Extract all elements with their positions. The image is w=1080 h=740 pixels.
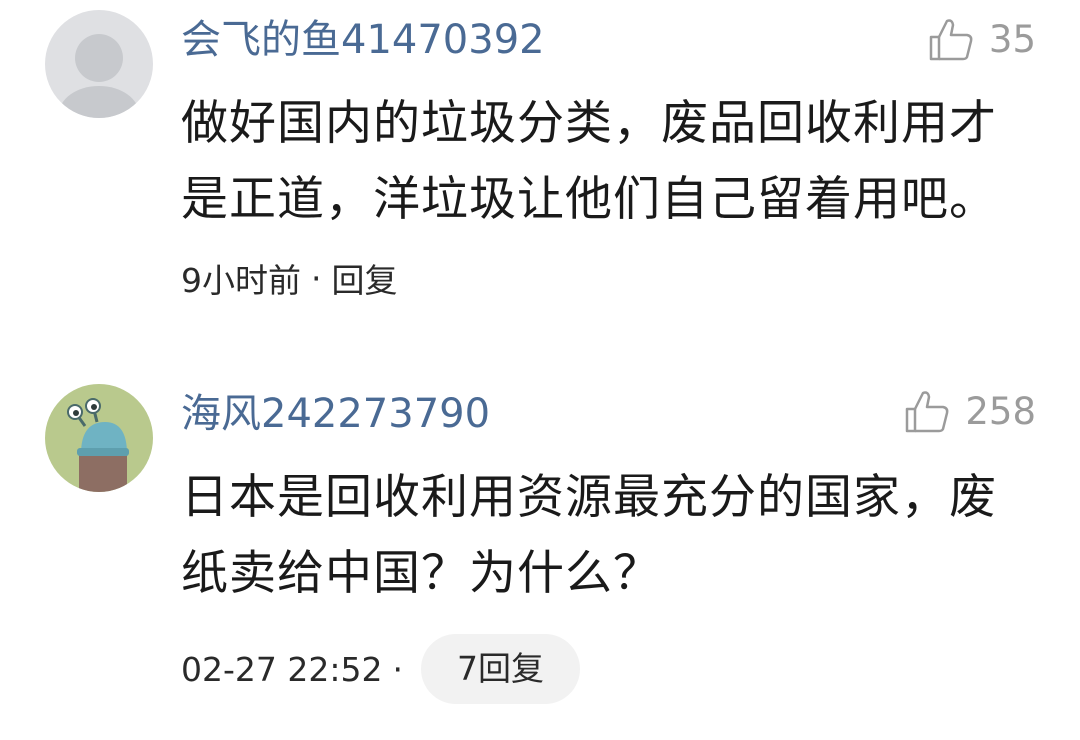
like-button[interactable]: 258 xyxy=(903,386,1036,438)
comment-item: 海风242273790 258 日本是回收利用资源最充分的国家，废 纸卖给中国？… xyxy=(0,370,1080,730)
cartoon-avatar-icon xyxy=(45,384,153,492)
comment-text: 做好国内的垃圾分类，废品回收利用才 是正道，洋垃圾让他们自己留着用吧。 xyxy=(181,86,1021,238)
thumbs-up-icon xyxy=(906,391,949,433)
username[interactable]: 海风242273790 xyxy=(181,390,490,438)
default-avatar-icon xyxy=(45,10,153,118)
comment-meta: 9小时前 · 回复 xyxy=(181,243,398,313)
timestamp: 9小时前 xyxy=(181,261,301,300)
comment-item: 会飞的鱼41470392 35 做好国内的垃圾分类，废品回收利用才 是正道，洋垃… xyxy=(0,0,1080,330)
comment-text-line: 是正道，洋垃圾让他们自己留着用吧。 xyxy=(181,172,997,227)
comment-meta: 02-27 22:52 · 7回复 xyxy=(181,634,580,704)
user-avatar[interactable] xyxy=(45,10,153,118)
comment-text-line: 纸卖给中国？为什么？ xyxy=(181,546,661,601)
user-avatar[interactable] xyxy=(45,384,153,492)
like-button[interactable]: 35 xyxy=(927,14,1036,66)
thumbs-up-icon xyxy=(929,19,973,61)
separator-dot: · xyxy=(392,649,403,689)
comment-text: 日本是回收利用资源最充分的国家，废 纸卖给中国？为什么？ xyxy=(181,460,1021,612)
reply-count-button[interactable]: 7回复 xyxy=(420,634,580,704)
comment-text-line: 日本是回收利用资源最充分的国家，废 xyxy=(181,470,997,525)
username[interactable]: 会飞的鱼41470392 xyxy=(181,16,545,64)
like-count: 35 xyxy=(988,18,1036,61)
like-count: 258 xyxy=(965,390,1036,433)
separator-dot: · xyxy=(311,258,322,298)
timestamp: 02-27 22:52 xyxy=(181,649,383,689)
comment-text-line: 做好国内的垃圾分类，废品回收利用才 xyxy=(181,96,997,151)
reply-button[interactable]: 回复 xyxy=(332,254,398,302)
